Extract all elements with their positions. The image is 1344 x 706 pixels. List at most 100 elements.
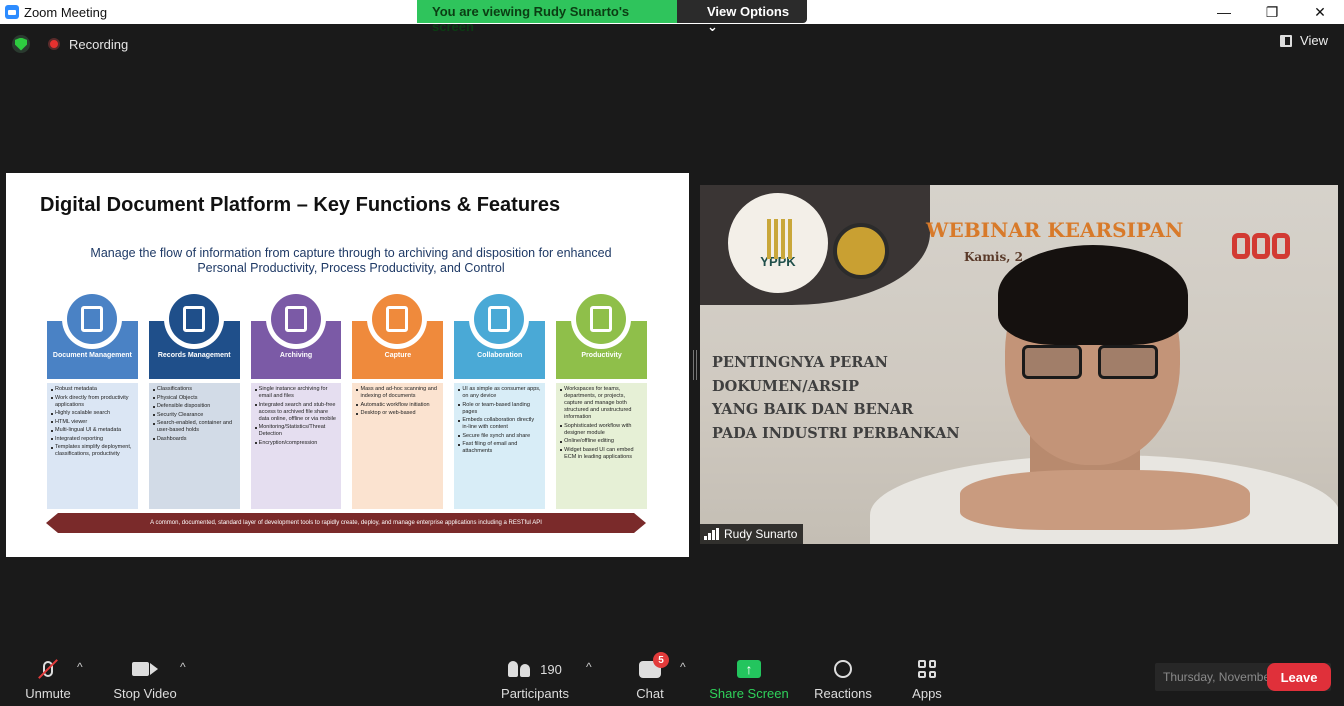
feature-item: HTML viewer: [51, 419, 134, 426]
meeting-toolbar: Unmute ^ Stop Video ^ 190 Participants ^…: [0, 646, 1344, 706]
chat-unread-badge: 5: [653, 652, 669, 668]
chat-options-chevron-icon[interactable]: ^: [680, 660, 686, 674]
feature-column: Document Management Robust metadata Work d…: [47, 289, 138, 509]
feature-item: Physical Objects: [152, 395, 236, 402]
feature-item: Encryption/compression: [254, 440, 338, 447]
apps-icon: [914, 656, 940, 682]
feature-column: Records Management Classifications Physica…: [148, 289, 240, 509]
feature-item: Desktop or web-based: [356, 410, 439, 417]
reactions-button[interactable]: Reactions: [798, 646, 888, 706]
backdrop-headline: PENTINGNYA PERAN DOKUMEN/ARSIP YANG BAIK…: [712, 354, 960, 442]
participant-video[interactable]: YPPK WEBINAR KEARSIPAN Kamis, 2 PENTINGN…: [700, 185, 1338, 544]
feature-item: Online/offline editing: [560, 438, 643, 445]
feature-column: Collaboration UI as simple as consumer ap…: [454, 289, 546, 509]
splitter-handle[interactable]: [693, 350, 697, 380]
view-label: View: [1300, 33, 1328, 48]
feature-item: Automatic workflow initiation: [356, 402, 439, 409]
feature-item: Dashboards: [152, 436, 236, 443]
feature-item: Workspaces for teams, departments, or pr…: [560, 386, 643, 421]
gears-icon: [571, 289, 632, 349]
feature-item: Mass and ad-hoc scanning and indexing of…: [356, 386, 439, 400]
slide-title: Digital Document Platform – Key Function…: [40, 194, 561, 216]
ssb-logo: [1232, 215, 1296, 279]
feature-item: Integrated search and stub-free access t…: [254, 402, 338, 423]
feature-item: Monitoring/Statistics/Threat Detection: [254, 424, 338, 438]
feature-item: Secure file synch and share: [458, 433, 541, 440]
yppk-logo: YPPK: [728, 193, 828, 293]
shared-screen[interactable]: Digital Document Platform – Key Function…: [6, 173, 689, 557]
feature-item: Integrated reporting: [51, 436, 134, 443]
unmute-button[interactable]: Unmute: [3, 646, 93, 706]
feature-item: Widget based UI can embed ECM in leading…: [560, 447, 643, 461]
feature-item: Search-enabled, container and user-based…: [152, 420, 236, 434]
feature-column-list: Mass and ad-hoc scanning and indexing of…: [352, 383, 444, 509]
view-options-button[interactable]: View Options ⌄: [677, 0, 807, 34]
feature-item: Classifications: [152, 386, 236, 393]
participant-name-tag: Rudy Sunarto: [700, 524, 804, 544]
share-banner: You are viewing Rudy Sunarto's screen Vi…: [417, 0, 807, 34]
lock-icon: [163, 289, 224, 349]
smiley-icon: [830, 656, 856, 682]
slide-subtitle: Manage the flow of information from capt…: [90, 246, 612, 275]
window-controls: — ❐ ✕: [1200, 0, 1344, 24]
participants-button[interactable]: 190 Participants: [490, 646, 580, 706]
minimize-button[interactable]: —: [1200, 0, 1248, 24]
view-button[interactable]: View: [1280, 33, 1328, 48]
slide-footer-banner: A common, documented, standard layer of …: [46, 513, 646, 533]
chat-button[interactable]: 5 Chat: [605, 646, 695, 706]
recording-label[interactable]: Recording: [69, 37, 128, 52]
feature-item: Single instance archiving for email and …: [254, 386, 338, 400]
microphone-muted-icon: [35, 656, 61, 682]
apps-button[interactable]: Apps: [882, 646, 972, 706]
participant-name: Rudy Sunarto: [724, 527, 798, 541]
accreditation-badge: [833, 223, 889, 279]
audio-options-chevron-icon[interactable]: ^: [77, 660, 83, 674]
restore-button[interactable]: ❐: [1248, 0, 1296, 24]
close-button[interactable]: ✕: [1296, 0, 1344, 24]
video-options-chevron-icon[interactable]: ^: [180, 660, 186, 674]
stop-video-button[interactable]: Stop Video: [100, 646, 190, 706]
feature-column-list: Robust metadata Work directly from produc…: [47, 383, 138, 509]
feature-item: Defensible disposition: [152, 403, 236, 410]
feature-item: Work directly from productivity applicat…: [51, 395, 134, 409]
feature-item: Robust metadata: [51, 386, 134, 393]
feature-item: Templates simplify deployment, classific…: [51, 444, 134, 458]
webinar-date: Kamis, 2: [964, 250, 1023, 264]
feature-column: Capture Mass and ad-hoc scanning and inde…: [352, 289, 444, 509]
chat-icon: 5: [637, 652, 669, 682]
window-title: Zoom Meeting: [24, 4, 108, 20]
feature-item: UI as simple as consumer apps, on any de…: [458, 386, 541, 400]
feature-column-list: Single instance archiving for email and …: [250, 383, 342, 509]
feature-item: Security Clearance: [152, 412, 236, 419]
webinar-title: WEBINAR KEARSIPAN: [926, 218, 1184, 242]
security-shield-icon[interactable]: [12, 35, 30, 53]
leave-button[interactable]: Leave: [1267, 663, 1331, 691]
feature-column: Productivity Workspaces for teams, depart…: [556, 289, 647, 509]
participants-icon: [508, 661, 531, 677]
feature-column-list: Classifications Physical Objects Defensibl…: [148, 383, 240, 509]
feature-item: Role or team-based landing pages: [458, 402, 541, 416]
chat-bubbles-icon: [469, 289, 530, 349]
participant-count: 190: [540, 661, 562, 677]
view-layout-icon: [1280, 34, 1293, 47]
feature-item: Fast filing of email and attachments: [458, 441, 541, 455]
feature-item: Sophisticated workflow with designer mod…: [560, 423, 643, 437]
feature-item: Multi-lingual UI & metadata: [51, 427, 134, 434]
feature-item: Highly scalable search: [51, 410, 134, 417]
share-screen-button[interactable]: ↑ Share Screen: [704, 646, 794, 706]
participants-options-chevron-icon[interactable]: ^: [586, 660, 592, 674]
signal-strength-icon: [704, 528, 719, 540]
glasses: [1022, 345, 1162, 383]
video-camera-icon: [132, 656, 158, 682]
document-icon: [62, 289, 122, 349]
feature-column: Archiving Single instance archiving for e…: [250, 289, 342, 509]
viewing-screen-label: You are viewing Rudy Sunarto's screen: [417, 0, 677, 34]
feature-item: Embeds collaboration directly in-line wi…: [458, 417, 541, 431]
feature-columns: Document Management Robust metadata Work d…: [47, 289, 647, 509]
recording-icon: [48, 38, 60, 50]
zoom-logo-icon: [5, 5, 19, 19]
feature-column-list: Workspaces for teams, departments, or pr…: [556, 383, 647, 509]
meeting-topbar: Recording View: [0, 24, 1344, 64]
archive-icon: [265, 289, 326, 349]
share-screen-icon: ↑: [736, 656, 762, 682]
